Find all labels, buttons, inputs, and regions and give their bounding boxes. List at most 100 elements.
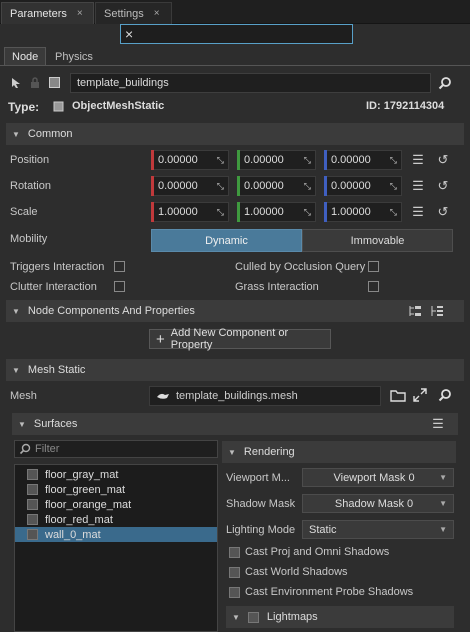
mobility-dynamic-button[interactable]: Dynamic: [151, 229, 302, 252]
lock-icon[interactable]: [29, 77, 41, 89]
type-label: Type:: [8, 100, 40, 114]
mesh-search-icon[interactable]: [438, 388, 452, 402]
section-node-components[interactable]: ▼ Node Components And Properties: [6, 300, 464, 322]
tab-parameters-label: Parameters: [10, 7, 67, 20]
expand-arrow-icon: ⤡: [216, 206, 224, 217]
clear-search-icon[interactable]: ×: [125, 26, 139, 42]
mesh-file-field[interactable]: template_buildings.mesh: [149, 386, 381, 406]
surface-name: floor_orange_mat: [45, 498, 132, 511]
position-menu-hamburger-icon[interactable]: ☰: [410, 152, 426, 168]
surface-checkbox[interactable]: [27, 514, 38, 525]
position-reset-icon[interactable]: ↺: [435, 152, 451, 168]
node-id: ID: 1792114304: [366, 100, 445, 112]
triggers-interaction-label: Triggers Interaction: [10, 261, 105, 273]
subtab-physics[interactable]: Physics: [48, 47, 100, 66]
clutter-interaction-label: Clutter Interaction: [10, 281, 97, 293]
position-y-field[interactable]: 0.00000 ⤡: [237, 150, 316, 170]
surfaces-list: floor_gray_mat floor_green_mat floor_ora…: [14, 464, 218, 632]
cast-world-shadows-checkbox[interactable]: [229, 567, 240, 578]
grass-interaction-checkbox[interactable]: [368, 281, 379, 292]
filter-search-icon: [19, 443, 31, 455]
position-z-field[interactable]: 0.00000 ⤡: [324, 150, 402, 170]
tree-expand-icon[interactable]: [408, 304, 422, 318]
expand-arrow-icon: ⤡: [389, 154, 397, 165]
expand-icon[interactable]: [413, 388, 427, 402]
chevron-down-icon: ▼: [12, 306, 20, 316]
rotation-x-field[interactable]: 0.00000 ⤡: [151, 176, 229, 196]
surface-checkbox[interactable]: [27, 484, 38, 495]
chevron-down-icon: ▼: [439, 499, 447, 508]
subtab-node-label: Node: [12, 51, 39, 63]
cast-proj-omni-checkbox[interactable]: [229, 547, 240, 558]
folder-icon[interactable]: [390, 388, 406, 402]
section-surfaces[interactable]: ▼ Surfaces: [12, 413, 458, 435]
list-item[interactable]: floor_gray_mat: [15, 467, 217, 482]
shadow-mask-label: Shadow Mask: [226, 498, 296, 510]
chevron-down-icon: ▼: [439, 525, 447, 534]
section-surfaces-title: Surfaces: [33, 418, 78, 430]
arrow-icon[interactable]: [10, 77, 22, 89]
cast-proj-omni-label: Cast Proj and Omni Shadows: [245, 546, 390, 558]
y-axis-marker: [237, 176, 240, 196]
section-mesh-static[interactable]: ▼ Mesh Static: [6, 359, 464, 381]
lightmaps-checkbox[interactable]: [247, 611, 259, 623]
add-component-button[interactable]: + Add New Component or Property: [149, 327, 331, 351]
scale-reset-icon[interactable]: ↺: [435, 204, 451, 220]
rotation-reset-icon[interactable]: ↺: [435, 178, 451, 194]
scale-menu-hamburger-icon[interactable]: ☰: [410, 204, 426, 220]
expand-arrow-icon: ⤡: [216, 180, 224, 191]
scale-y-field[interactable]: 1.00000 ⤡: [237, 202, 316, 222]
lighting-mode-dropdown[interactable]: Static ▼: [302, 520, 454, 539]
clutter-interaction-checkbox[interactable]: [114, 281, 125, 292]
list-item[interactable]: floor_orange_mat: [15, 497, 217, 512]
list-item[interactable]: wall_0_mat: [15, 527, 217, 542]
shadow-mask-dropdown[interactable]: Shadow Mask 0 ▼: [302, 494, 454, 513]
rotation-menu-hamburger-icon[interactable]: ☰: [410, 178, 426, 194]
tab-settings[interactable]: Settings ×: [95, 2, 172, 24]
section-common[interactable]: ▼ Common: [6, 123, 464, 145]
type-value: ObjectMeshStatic: [72, 100, 165, 112]
tab-settings-label: Settings: [104, 7, 144, 20]
section-rendering[interactable]: ▼ Rendering: [222, 441, 456, 463]
list-item[interactable]: floor_green_mat: [15, 482, 217, 497]
surfaces-menu-hamburger-icon[interactable]: ☰: [430, 416, 446, 432]
scale-z-field[interactable]: 1.00000 ⤡: [324, 202, 402, 222]
y-axis-marker: [237, 202, 240, 222]
cast-env-probe-checkbox[interactable]: [229, 587, 240, 598]
culled-occlusion-checkbox[interactable]: [368, 261, 379, 272]
rotation-y-field[interactable]: 0.00000 ⤡: [237, 176, 316, 196]
chevron-down-icon: ▼: [228, 447, 236, 457]
expand-arrow-icon: ⤡: [216, 154, 224, 165]
search-input[interactable]: [139, 28, 339, 40]
viewport-mask-dropdown[interactable]: Viewport Mask 0 ▼: [302, 468, 454, 487]
z-axis-marker: [324, 176, 327, 196]
position-x-field[interactable]: 0.00000 ⤡: [151, 150, 229, 170]
surface-checkbox[interactable]: [27, 499, 38, 510]
scale-y-value: 1.00000: [244, 206, 284, 218]
tree-collapse-icon[interactable]: [430, 304, 444, 318]
surface-checkbox[interactable]: [27, 469, 38, 480]
surface-filter-input[interactable]: Filter: [14, 440, 218, 458]
search-icon[interactable]: [438, 76, 452, 90]
triggers-interaction-checkbox[interactable]: [114, 261, 125, 272]
mobility-immovable-button[interactable]: Immovable: [302, 229, 453, 252]
surface-checkbox[interactable]: [27, 529, 38, 540]
node-name-field[interactable]: template_buildings: [70, 73, 431, 93]
scale-x-field[interactable]: 1.00000 ⤡: [151, 202, 229, 222]
tab-settings-close-icon[interactable]: ×: [154, 8, 160, 19]
list-item[interactable]: floor_red_mat: [15, 512, 217, 527]
rotation-x-value: 0.00000: [158, 180, 198, 192]
tab-parameters-close-icon[interactable]: ×: [77, 8, 83, 19]
position-z-value: 0.00000: [331, 154, 371, 166]
cast-env-probe-label: Cast Environment Probe Shadows: [245, 586, 414, 598]
cast-world-shadows-label: Cast World Shadows: [245, 566, 348, 578]
section-lightmaps[interactable]: ▼ Lightmaps: [226, 606, 454, 628]
subtab-node[interactable]: Node: [4, 47, 47, 66]
expand-arrow-icon: ⤡: [303, 180, 311, 191]
expand-arrow-icon: ⤡: [389, 180, 397, 191]
rotation-z-field[interactable]: 0.00000 ⤡: [324, 176, 402, 196]
square-icon[interactable]: [48, 76, 61, 89]
scale-z-value: 1.00000: [331, 206, 371, 218]
tab-parameters[interactable]: Parameters ×: [1, 2, 94, 24]
parameter-search[interactable]: ×: [120, 24, 353, 44]
